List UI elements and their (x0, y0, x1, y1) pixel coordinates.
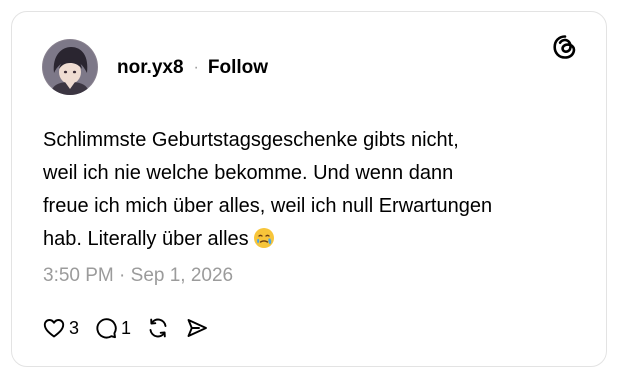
post-body: Schlimmste Geburtstagsgeschenke gibts ni… (43, 124, 583, 256)
post-timestamp: 3:50 PM · Sep 1, 2026 (43, 265, 234, 286)
like-button[interactable]: 3 (42, 316, 79, 340)
separator-dot: · (193, 59, 199, 76)
comment-icon (94, 316, 118, 340)
repost-button[interactable] (146, 316, 170, 340)
post-header: nor.yx8 · Follow (117, 56, 268, 80)
heart-icon (42, 316, 66, 340)
send-icon (185, 316, 209, 340)
repost-icon (146, 316, 170, 340)
reply-button[interactable]: 1 (94, 316, 131, 340)
like-count: 3 (69, 317, 80, 338)
follow-button[interactable]: Follow (208, 57, 268, 79)
reply-count: 1 (121, 317, 132, 338)
username[interactable]: nor.yx8 (117, 57, 184, 79)
share-button[interactable] (185, 316, 209, 340)
threads-logo-icon[interactable] (552, 34, 578, 60)
post-card: nor.yx8 · Follow Schlimmste Geburtstagsg… (11, 11, 607, 367)
face-holding-back-tears-emoji (253, 227, 275, 249)
action-bar: 3 1 (42, 316, 224, 340)
avatar[interactable] (42, 39, 98, 95)
